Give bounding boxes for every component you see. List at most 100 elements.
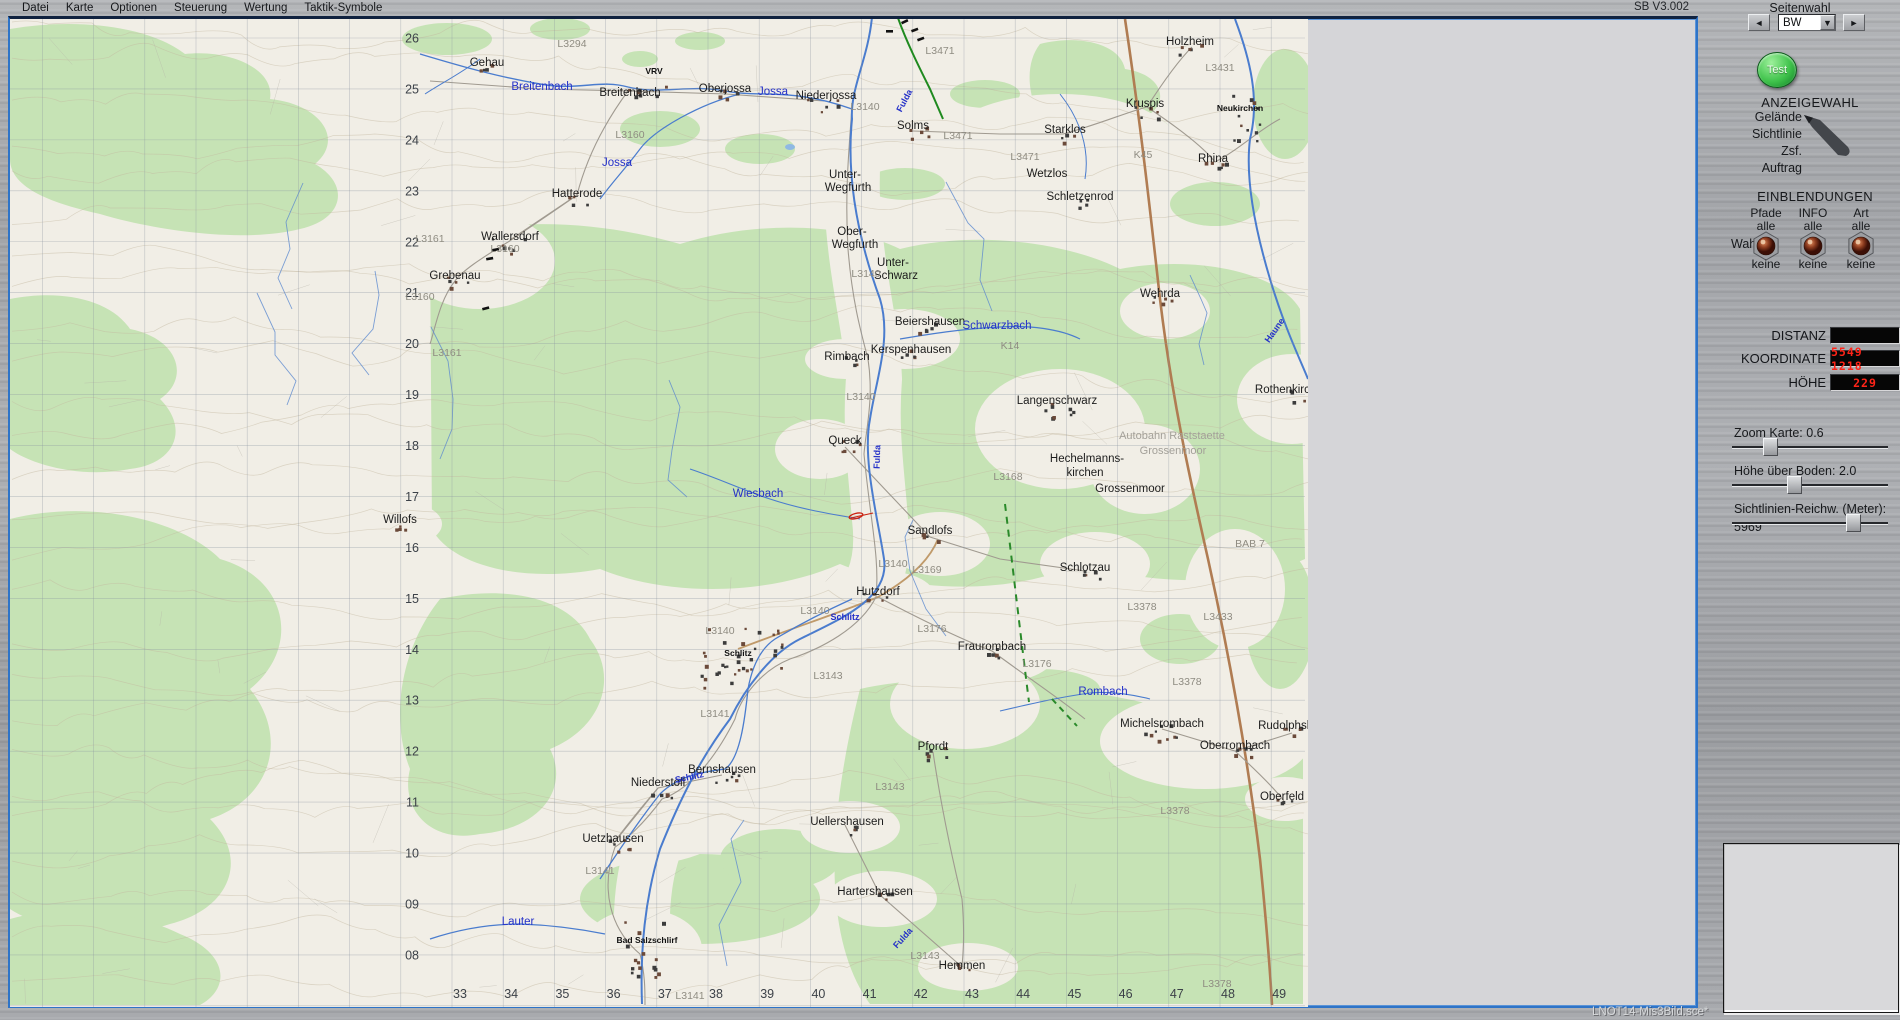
- building: [404, 529, 407, 532]
- town-label: Schletzenrod: [1046, 191, 1113, 203]
- building: [651, 794, 655, 798]
- menu-item-steuerung[interactable]: Steuerung: [174, 2, 227, 14]
- town-label: Pfordt: [918, 741, 949, 753]
- town-label: Breitenbach: [599, 87, 660, 99]
- slider-track[interactable]: [1732, 484, 1888, 487]
- building: [1061, 137, 1063, 139]
- building: [637, 975, 641, 979]
- building: [777, 630, 779, 632]
- building: [754, 648, 756, 650]
- town-label: Neukirchen: [1217, 103, 1263, 113]
- building: [657, 972, 661, 976]
- town-label: Uellershausen: [810, 816, 884, 828]
- map-viewport[interactable]: 2625242322212019181716151413121110090833…: [8, 16, 1698, 1008]
- topographic-map[interactable]: 2625242322212019181716151413121110090833…: [10, 19, 1308, 1007]
- slider-thumb[interactable]: [1763, 438, 1778, 456]
- town-label: Wegfurth: [825, 182, 871, 194]
- page-select-dropdown[interactable]: BW ▼: [1778, 14, 1836, 31]
- slider-thumb[interactable]: [1846, 514, 1861, 532]
- anzeige-item-gelnde[interactable]: Gelände: [1702, 110, 1802, 124]
- building: [780, 667, 783, 670]
- river-label: Fulda: [872, 444, 883, 469]
- building: [850, 834, 852, 836]
- road-label: L3433: [1203, 611, 1232, 623]
- road-label: BAB 7: [1235, 538, 1265, 550]
- grid-row-label: 25: [405, 82, 419, 96]
- road-label: L3140: [705, 625, 734, 637]
- slider-label: Sichtlinien-Reichw. (Meter):: [1734, 502, 1886, 516]
- grid-col-label: 36: [607, 987, 621, 1001]
- building: [480, 69, 483, 72]
- slider-thumb[interactable]: [1787, 476, 1802, 494]
- town-label: Hemmen: [939, 960, 986, 972]
- building: [781, 644, 783, 646]
- building: [655, 958, 658, 961]
- menu-item-karte[interactable]: Karte: [66, 2, 94, 14]
- grid-col-label: 34: [504, 987, 518, 1001]
- road-label: L3471: [925, 45, 954, 57]
- building: [774, 649, 777, 652]
- road-label: L3161: [432, 347, 461, 359]
- town-label: Kruspis: [1126, 98, 1165, 110]
- building: [927, 755, 931, 759]
- road-label: L3161: [415, 233, 444, 245]
- building: [987, 653, 991, 657]
- building: [1238, 115, 1241, 118]
- grid-row-label: 20: [405, 337, 419, 351]
- page-next-button[interactable]: ►: [1843, 14, 1865, 31]
- menu-item-taktik-symbole[interactable]: Taktik-Symbole: [304, 2, 382, 14]
- building: [1150, 734, 1154, 738]
- readout-value-koordinate: 5549 1218: [1830, 350, 1900, 367]
- road-label: L3160: [405, 291, 434, 303]
- building: [773, 634, 775, 636]
- overview-box[interactable]: [1723, 843, 1899, 1013]
- building: [1234, 754, 1238, 758]
- road-label: L3160: [615, 129, 644, 141]
- building: [825, 106, 828, 109]
- page-prev-button[interactable]: ◄: [1748, 14, 1770, 31]
- grid-col-label: 41: [863, 987, 877, 1001]
- grid-row-label: 19: [405, 388, 419, 402]
- town-label: Wetzlos: [1027, 168, 1068, 180]
- grid-col-label: 43: [965, 987, 979, 1001]
- road-label: L3378: [1202, 978, 1231, 990]
- building: [911, 138, 914, 141]
- building: [624, 921, 626, 923]
- building: [1293, 734, 1297, 738]
- test-button[interactable]: Test: [1757, 52, 1797, 88]
- town-label: Schlitz: [724, 648, 751, 658]
- building: [1255, 131, 1258, 134]
- building: [726, 98, 730, 102]
- dropdown-arrow-icon[interactable]: ▼: [1820, 15, 1835, 30]
- slider-row: Sichtlinien-Reichw. (Meter): 5969: [1734, 500, 1894, 536]
- town-label: Schlotzau: [1060, 562, 1111, 574]
- town-label: Rothenkirchen: [1255, 384, 1308, 396]
- anzeige-item-zsf[interactable]: Zsf.: [1702, 144, 1802, 158]
- anzeige-item-auftrag[interactable]: Auftrag: [1702, 161, 1802, 175]
- menu-item-optionen[interactable]: Optionen: [110, 2, 157, 14]
- building: [837, 105, 841, 109]
- building: [730, 682, 733, 685]
- building: [881, 600, 883, 602]
- grid-col-label: 40: [811, 987, 825, 1001]
- building: [918, 332, 922, 336]
- road-label: K14: [1001, 340, 1020, 352]
- building: [1188, 48, 1191, 51]
- menu-item-datei[interactable]: Datei: [22, 2, 49, 14]
- building: [750, 668, 752, 670]
- building: [705, 665, 709, 669]
- grid-row-label: 18: [405, 439, 419, 453]
- readout-label-koordinate: KOORDINATE: [1730, 351, 1826, 366]
- grid-row-label: 09: [405, 897, 419, 911]
- slider-track[interactable]: [1732, 522, 1888, 525]
- slider-track[interactable]: [1732, 446, 1888, 449]
- town-label: Unter-: [877, 257, 909, 269]
- building: [741, 642, 745, 646]
- building: [1155, 731, 1157, 733]
- building: [853, 829, 856, 832]
- menu-item-wertung[interactable]: Wertung: [244, 2, 287, 14]
- app-version: SB V3.002: [1634, 1, 1689, 13]
- river-label: Breitenbach: [511, 81, 572, 93]
- building: [631, 967, 634, 970]
- anzeige-item-sichtlinie[interactable]: Sichtlinie: [1702, 127, 1802, 141]
